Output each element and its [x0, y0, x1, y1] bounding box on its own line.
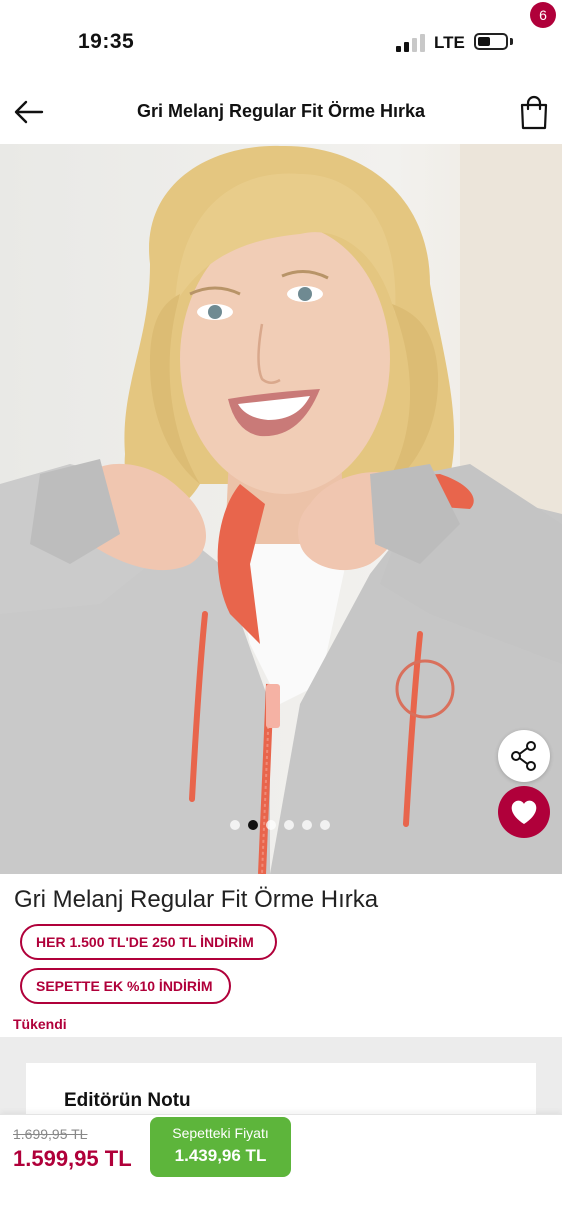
arrow-left-icon [14, 100, 44, 124]
page-title: Gri Melanj Regular Fit Örme Hırka [136, 101, 426, 121]
favorite-button[interactable] [498, 786, 550, 838]
cart-button[interactable] [514, 92, 554, 132]
network-type: LTE [434, 33, 465, 52]
product-photo [0, 144, 562, 874]
promotion-badge[interactable]: HER 1.500 TL'DE 250 TL İNDİRİM [20, 924, 277, 960]
signal-strength-icon [396, 32, 426, 52]
cart-count-badge: 6 [530, 2, 556, 28]
battery-nub [510, 38, 513, 45]
gallery-dot[interactable] [266, 820, 276, 830]
cart-price-button[interactable]: Sepetteki Fiyatı 1.439,96 TL [150, 1117, 291, 1177]
editor-note-title: Editörün Notu [64, 1090, 191, 1111]
gallery-dot[interactable] [320, 820, 330, 830]
status-bar: 19:35 LTE [0, 0, 562, 80]
battery-icon [474, 33, 508, 50]
gallery-dot[interactable] [284, 820, 294, 830]
cart-price-value: 1.439,96 TL [174, 1146, 267, 1165]
gallery-dot[interactable] [230, 820, 240, 830]
nav-bar: Gri Melanj Regular Fit Örme Hırka [0, 80, 562, 144]
promotion-badge[interactable]: SEPETTE EK %10 İNDİRİM [20, 968, 231, 1004]
back-button[interactable] [12, 94, 48, 130]
status-time: 19:35 [78, 30, 135, 53]
old-price: 1.699,95 TL [13, 1126, 88, 1142]
product-image[interactable] [0, 144, 562, 874]
share-button[interactable] [498, 730, 550, 782]
shopping-bag-icon [520, 95, 548, 130]
product-name: Gri Melanj Regular Fit Örme Hırka [14, 886, 379, 913]
stock-status: Tükendi [13, 1016, 67, 1032]
gallery-dot[interactable] [302, 820, 312, 830]
heart-icon [511, 800, 537, 824]
current-price: 1.599,95 TL [13, 1146, 132, 1171]
cart-price-label: Sepetteki Fiyatı [172, 1125, 269, 1141]
gallery-dot-active[interactable] [248, 820, 258, 830]
share-icon [511, 741, 536, 771]
gallery-pagination[interactable] [230, 820, 330, 830]
